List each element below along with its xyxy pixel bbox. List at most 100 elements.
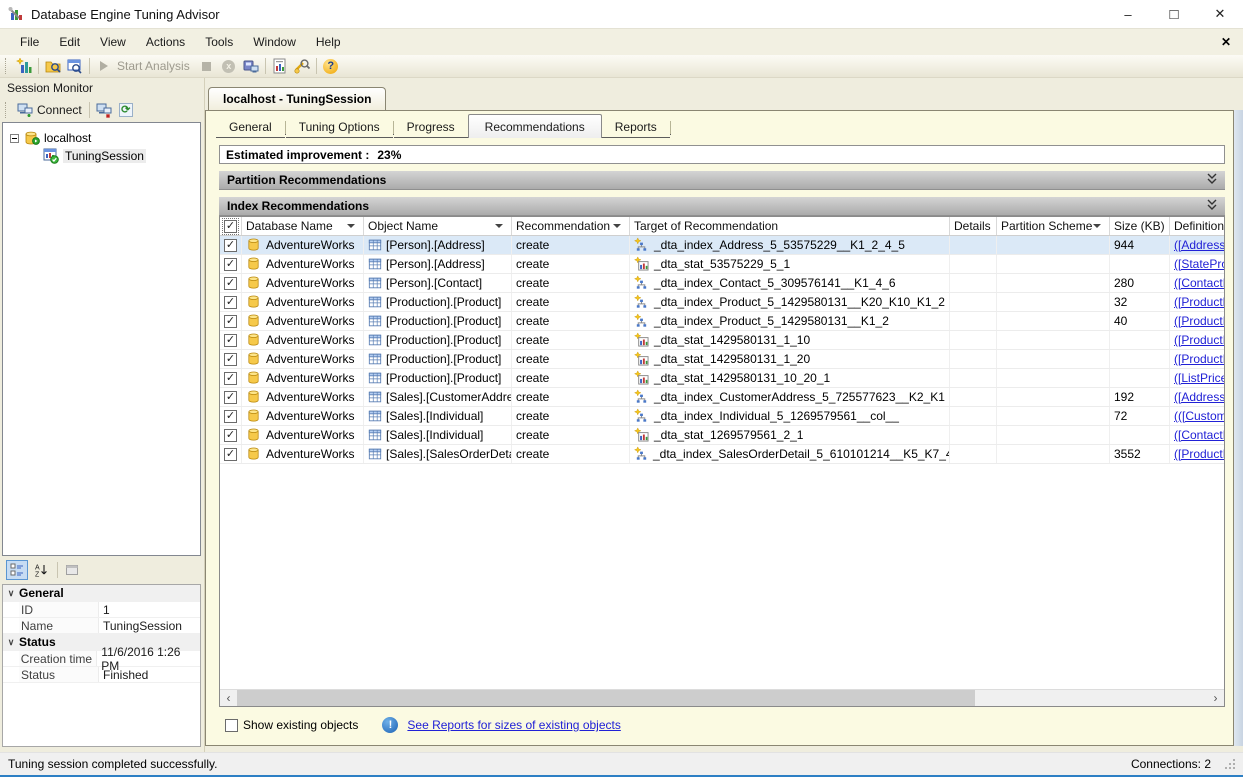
table-row[interactable]: ✓ AdventureWorks [Sales].[CustomerAddres… [220,388,1224,407]
table-row[interactable]: ✓ AdventureWorks [Production].[Product] … [220,350,1224,369]
index-recommendations-header[interactable]: Index Recommendations [219,197,1225,216]
table-row[interactable]: ✓ AdventureWorks [Production].[Product] … [220,312,1224,331]
property-row-creation-time[interactable]: Creation time 11/6/2016 1:26 PM [3,651,200,667]
start-analysis-label[interactable]: Start Analysis [117,59,190,73]
table-row[interactable]: ✓ AdventureWorks [Sales].[Individual] cr… [220,426,1224,445]
row-checkbox[interactable]: ✓ [224,239,237,252]
chevron-down-icon[interactable]: ∨ [3,588,19,599]
scroll-left-button[interactable]: ‹ [220,690,237,706]
row-checkbox[interactable]: ✓ [224,372,237,385]
definition-link[interactable]: ([AddressID [1174,238,1224,252]
table-row[interactable]: ✓ AdventureWorks [Sales].[Individual] cr… [220,407,1224,426]
menu-help[interactable]: Help [306,31,351,53]
sort-arrow-icon[interactable] [347,224,355,228]
row-checkbox[interactable]: ✓ [224,277,237,290]
definition-link[interactable]: ([ContactID [1174,428,1224,442]
row-checkbox[interactable]: ✓ [224,448,237,461]
scrollbar-track[interactable] [975,690,1207,706]
column-header-details[interactable]: Details [950,217,997,235]
toolbar-grip[interactable] [5,58,10,74]
refresh-button[interactable]: ⟳ [115,100,137,120]
menu-tools[interactable]: Tools [195,31,243,53]
start-analysis-button[interactable] [93,56,115,76]
partition-recommendations-header[interactable]: Partition Recommendations [219,171,1225,190]
table-row[interactable]: ✓ AdventureWorks [Production].[Product] … [220,331,1224,350]
menu-actions[interactable]: Actions [136,31,195,53]
resize-grip[interactable] [1225,759,1235,769]
see-reports-link[interactable]: See Reports for sizes of existing object… [407,718,620,732]
collapse-icon[interactable] [10,134,19,143]
apply-recommendations-button[interactable] [240,56,262,76]
tuning-options-button[interactable] [291,56,313,76]
stop-analysis-button[interactable] [196,56,218,76]
definition-link[interactable]: ([AddressID [1174,390,1224,404]
scroll-right-button[interactable]: › [1207,690,1224,706]
property-category-general[interactable]: ∨ General [3,585,200,602]
help-button[interactable]: ? [320,56,342,76]
categorized-view-button[interactable] [6,560,28,580]
table-row[interactable]: ✓ AdventureWorks [Person].[Address] crea… [220,236,1224,255]
definition-link[interactable]: ([ListPrice], [1174,371,1224,385]
tab-general[interactable]: General [216,116,285,138]
scrollbar-thumb[interactable] [237,690,975,706]
select-all-checkbox[interactable]: ✓ [224,220,237,233]
definition-link[interactable]: ([StateProvi [1174,257,1224,271]
definition-link[interactable]: ([ProductMo [1174,295,1224,309]
minimize-button[interactable]: – [1105,0,1151,28]
tab-progress[interactable]: Progress [394,116,468,138]
document-tab[interactable]: localhost - TuningSession [208,87,386,110]
open-session-button[interactable] [42,56,64,76]
column-header-database-name[interactable]: Database Name [242,217,364,235]
table-row[interactable]: ✓ AdventureWorks [Production].[Product] … [220,369,1224,388]
row-checkbox[interactable]: ✓ [224,429,237,442]
row-checkbox[interactable]: ✓ [224,296,237,309]
sort-arrow-icon[interactable] [495,224,503,228]
new-session-button[interactable] [13,56,35,76]
property-row-id[interactable]: ID 1 [3,602,200,618]
menu-window[interactable]: Window [243,31,306,53]
sort-arrow-icon[interactable] [1093,224,1101,228]
tab-tuning-options[interactable]: Tuning Options [286,116,393,138]
tree-node-tuning-session[interactable]: TuningSession [3,147,200,165]
row-checkbox[interactable]: ✓ [224,353,237,366]
definition-link[interactable]: (([Customer [1174,409,1224,423]
column-header-size-kb[interactable]: Size (KB) [1110,217,1170,235]
reports-button[interactable] [269,56,291,76]
row-checkbox[interactable]: ✓ [224,334,237,347]
column-header-definition[interactable]: Definition [1170,217,1224,235]
tree-node-localhost[interactable]: localhost [3,129,200,147]
select-all-column-header[interactable]: ✓ [220,217,242,235]
column-header-recommendation[interactable]: Recommendation [512,217,630,235]
sort-arrow-icon[interactable] [613,224,621,228]
connect-button[interactable]: Connect [13,101,86,119]
import-workload-button[interactable] [64,56,86,76]
definition-link[interactable]: ([ContactID [1174,276,1224,290]
show-existing-objects-checkbox[interactable] [225,719,238,732]
menu-edit[interactable]: Edit [49,31,90,53]
column-header-object-name[interactable]: Object Name [364,217,512,235]
definition-link[interactable]: ([ProductID [1174,447,1224,461]
row-checkbox[interactable]: ✓ [224,391,237,404]
expand-chevron-icon[interactable] [1207,199,1217,214]
toolbar-grip[interactable] [5,102,10,118]
disconnect-button[interactable] [93,100,115,120]
tab-recommendations[interactable]: Recommendations [468,114,602,138]
column-header-partition-scheme[interactable]: Partition Scheme [997,217,1110,235]
definition-link[interactable]: ([ProductID [1174,352,1224,366]
definition-link[interactable]: ([ProductID [1174,314,1224,328]
row-checkbox[interactable]: ✓ [224,410,237,423]
document-close-icon[interactable]: ✕ [1221,35,1231,49]
property-pages-button[interactable] [61,560,83,580]
menu-file[interactable]: File [10,31,49,53]
definition-link[interactable]: ([ProductID [1174,333,1224,347]
table-row[interactable]: ✓ AdventureWorks [Person].[Contact] crea… [220,274,1224,293]
row-checkbox[interactable]: ✓ [224,315,237,328]
column-header-target[interactable]: Target of Recommendation [630,217,950,235]
horizontal-scrollbar[interactable]: ‹ › [220,689,1224,706]
cancel-button[interactable]: x [218,56,240,76]
table-row[interactable]: ✓ AdventureWorks [Person].[Address] crea… [220,255,1224,274]
close-button[interactable]: ✕ [1197,0,1243,28]
menu-view[interactable]: View [90,31,136,53]
chevron-down-icon[interactable]: ∨ [3,637,19,648]
table-row[interactable]: ✓ AdventureWorks [Production].[Product] … [220,293,1224,312]
